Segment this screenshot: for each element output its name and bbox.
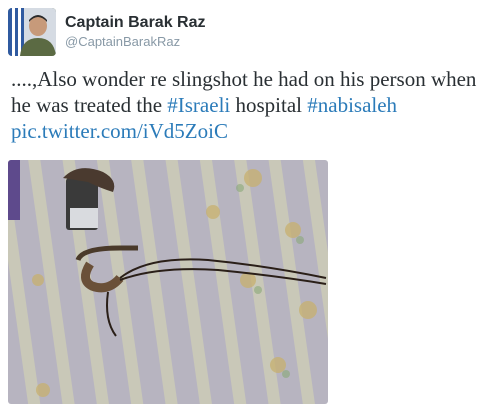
hashtag-nabisaleh-link[interactable]: #nabisaleh bbox=[307, 93, 397, 117]
author-name[interactable]: Captain Barak Raz bbox=[65, 14, 206, 32]
tweet-header: Captain Barak Raz @CaptainBarakRaz bbox=[65, 14, 206, 50]
tweet-photo[interactable] bbox=[8, 160, 328, 404]
pic-link[interactable]: pic.twitter.com/iVd5ZoiC bbox=[11, 119, 228, 143]
hashtag-israeli-link[interactable]: #Israeli bbox=[167, 93, 230, 117]
slingshot-photo-icon bbox=[8, 160, 328, 404]
avatar-soldier-icon bbox=[8, 8, 56, 56]
tweet-text: ....,Also wonder re slingshot he had on … bbox=[11, 66, 497, 144]
avatar[interactable] bbox=[8, 8, 56, 56]
tweet-text-part2: hospital bbox=[230, 93, 308, 117]
author-handle[interactable]: @CaptainBarakRaz bbox=[65, 34, 206, 50]
